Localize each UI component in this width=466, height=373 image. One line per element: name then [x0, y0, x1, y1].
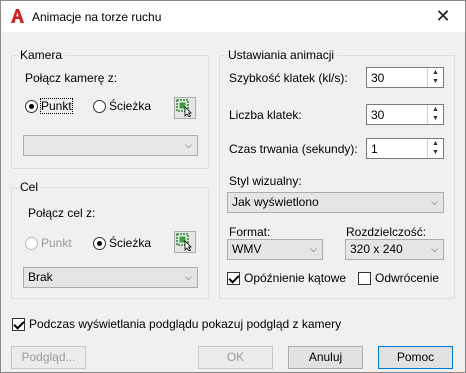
frame-rate-label: Szybkość klatek (kl/s): — [229, 71, 348, 85]
chevron-down-icon: ⌵ — [185, 140, 192, 150]
format-select[interactable]: WMV ⌵ — [227, 239, 323, 260]
radio-indicator — [25, 236, 38, 250]
target-path-label: Ścieżka — [109, 236, 152, 250]
camera-path-label: Ścieżka — [109, 99, 152, 113]
duration-value: 1 — [371, 142, 378, 156]
radio-indicator — [93, 236, 106, 250]
animation-settings-title: Ustawiania animacji — [225, 48, 338, 62]
target-point-label: Punkt — [41, 236, 72, 250]
spin-up-icon[interactable]: ▲ — [428, 105, 443, 114]
target-path-select[interactable]: Brak ⌵ — [23, 267, 198, 288]
chevron-down-icon: ⌵ — [185, 272, 192, 282]
camera-link-label: Połącz kamerę z: — [25, 71, 118, 85]
camera-preview-label: Podczas wyświetlania podglądu pokazuj po… — [29, 317, 342, 331]
camera-path-radio[interactable]: Ścieżka — [93, 99, 151, 113]
reverse-checkbox[interactable]: Odwrócenie — [358, 271, 439, 285]
window-title: Animacje na torze ruchu — [32, 10, 162, 24]
corner-deceleration-label: Opóźnienie kątowe — [244, 271, 347, 285]
target-select-value: Brak — [28, 270, 53, 284]
autocad-logo-icon — [11, 9, 24, 23]
close-icon: ✕ — [435, 6, 451, 26]
radio-indicator — [25, 99, 38, 113]
checkbox-indicator — [358, 271, 371, 285]
visual-style-select[interactable]: Jak wyświetlono ⌵ — [227, 192, 444, 213]
camera-point-radio[interactable]: Punkt — [25, 98, 73, 114]
frame-rate-value: 30 — [371, 71, 385, 85]
visual-style-value: Jak wyświetlono — [232, 195, 319, 209]
reverse-label: Odwrócenie — [375, 271, 440, 285]
resolution-label: Rozdzielczość: — [346, 225, 427, 239]
resolution-select[interactable]: 320 x 240 ⌵ — [345, 239, 444, 260]
resolution-value: 320 x 240 — [350, 242, 403, 256]
spinner-arrows[interactable]: ▲ ▼ — [427, 139, 443, 158]
spin-up-icon[interactable]: ▲ — [428, 139, 443, 148]
help-button[interactable]: Pomoc — [378, 346, 453, 369]
frame-count-value: 30 — [371, 108, 385, 122]
radio-indicator — [93, 99, 106, 113]
spin-up-icon[interactable]: ▲ — [428, 68, 443, 77]
duration-spinner[interactable]: 1 ▲ ▼ — [366, 138, 444, 159]
camera-point-label: Punkt — [40, 98, 73, 114]
preview-button[interactable]: Podgląd... — [11, 346, 86, 369]
title-bar: Animacje na torze ruchu ✕ — [1, 1, 465, 32]
camera-pick-button[interactable] — [174, 97, 196, 119]
format-value: WMV — [232, 242, 262, 256]
target-link-label: Połącz cel z: — [28, 206, 96, 220]
checkbox-indicator — [227, 271, 240, 285]
pick-point-icon — [176, 233, 192, 251]
target-point-radio[interactable]: Punkt — [25, 236, 72, 250]
pick-point-icon — [176, 99, 192, 117]
target-path-radio[interactable]: Ścieżka — [93, 236, 151, 250]
close-button[interactable]: ✕ — [421, 1, 465, 32]
corner-deceleration-checkbox[interactable]: Opóźnienie kątowe — [227, 271, 346, 285]
duration-label: Czas trwania (sekundy): — [229, 142, 358, 156]
camera-path-select[interactable]: ⌵ — [23, 135, 198, 156]
spin-down-icon[interactable]: ▼ — [428, 114, 443, 123]
spin-down-icon[interactable]: ▼ — [428, 77, 443, 86]
chevron-down-icon: ⌵ — [431, 244, 438, 254]
frame-count-label: Liczba klatek: — [229, 108, 302, 122]
frame-count-spinner[interactable]: 30 ▲ ▼ — [366, 104, 444, 125]
camera-preview-checkbox[interactable]: Podczas wyświetlania podglądu pokazuj po… — [12, 317, 341, 331]
chevron-down-icon: ⌵ — [310, 244, 317, 254]
spinner-arrows[interactable]: ▲ ▼ — [427, 68, 443, 87]
visual-style-label: Styl wizualny: — [229, 174, 302, 188]
animation-dialog: Animacje na torze ruchu ✕ Kamera Połącz … — [0, 0, 466, 373]
ok-button[interactable]: OK — [198, 346, 273, 369]
target-group-title: Cel — [17, 180, 42, 194]
camera-group-title: Kamera — [17, 48, 66, 62]
spinner-arrows[interactable]: ▲ ▼ — [427, 105, 443, 124]
cancel-button[interactable]: Anuluj — [288, 346, 363, 369]
chevron-down-icon: ⌵ — [431, 197, 438, 207]
checkbox-indicator — [12, 317, 25, 331]
spin-down-icon[interactable]: ▼ — [428, 148, 443, 157]
frame-rate-spinner[interactable]: 30 ▲ ▼ — [366, 67, 444, 88]
target-pick-button[interactable] — [174, 231, 196, 253]
format-label: Format: — [229, 225, 271, 239]
